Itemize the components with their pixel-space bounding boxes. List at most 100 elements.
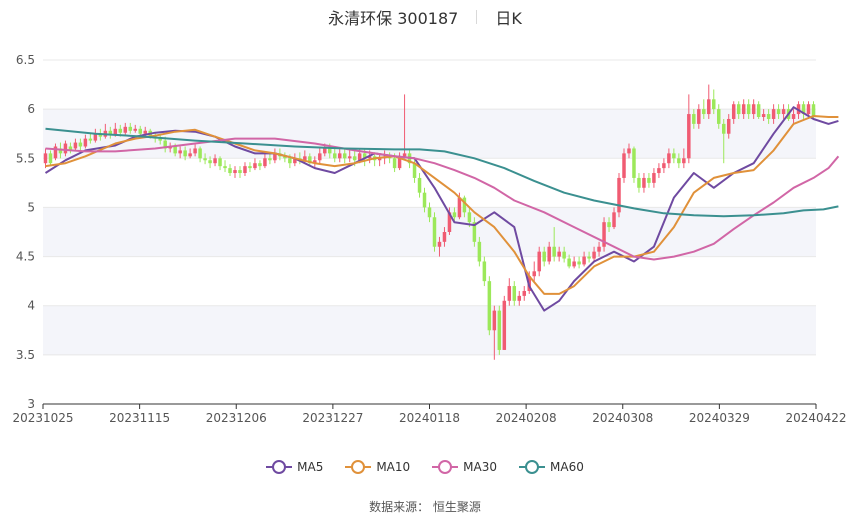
candle-body (203, 158, 207, 161)
candle-body (726, 118, 731, 134)
legend-label: MA60 (550, 460, 584, 474)
x-tick-label: 20240308 (592, 411, 653, 425)
data-source: 数据来源： 恒生聚源 (369, 500, 481, 514)
candle-body (422, 192, 427, 208)
candle (482, 256, 487, 287)
candle-body (258, 163, 262, 167)
candle-body (502, 300, 507, 350)
candle-body (667, 153, 671, 164)
candle-body (717, 109, 721, 124)
candle-body (238, 170, 242, 174)
candle-body (781, 109, 786, 115)
candle-body (178, 150, 182, 154)
candle-body (587, 256, 591, 259)
candle (637, 173, 641, 193)
candle-body (213, 158, 217, 164)
candle-body (342, 153, 347, 159)
candle-body (427, 207, 432, 218)
candle-body (198, 148, 202, 159)
candle-body (352, 156, 357, 161)
candle (258, 160, 262, 171)
candle-body (412, 163, 417, 178)
candle-body (173, 146, 177, 154)
candle-body (318, 153, 322, 161)
legend-item-ma60[interactable]: MA60 (519, 458, 584, 476)
candle-body (756, 104, 761, 118)
candle (622, 148, 626, 183)
candle (417, 173, 422, 198)
candle-body (437, 241, 442, 247)
candle-body (193, 148, 197, 154)
candle (517, 290, 522, 306)
x-tick-label: 20231025 (12, 411, 73, 425)
candle-body (432, 217, 437, 247)
y-tick-label: 3.5 (16, 348, 35, 362)
candle-body (78, 142, 83, 147)
candle-body (642, 177, 646, 188)
legend-symbol (432, 460, 459, 474)
candle-body (572, 261, 576, 267)
legend-label: MA30 (463, 460, 498, 474)
candle-body (582, 256, 586, 265)
candle (662, 158, 666, 174)
candle (652, 168, 656, 188)
candle-body (218, 158, 222, 167)
legend-item-ma30[interactable]: MA30 (432, 458, 497, 476)
candle (617, 173, 621, 218)
candle-body (647, 177, 651, 183)
candle-body (392, 158, 397, 169)
candle-body (547, 246, 551, 262)
candle (647, 173, 651, 188)
candle (512, 281, 517, 306)
legend-symbol (519, 460, 546, 474)
candle-body (612, 212, 616, 228)
candle-body (83, 138, 88, 147)
legend-symbol (345, 460, 372, 474)
candle-body (522, 290, 527, 296)
candle-body (223, 166, 227, 169)
candle-body (63, 143, 68, 154)
legend-item-ma10[interactable]: MA10 (345, 458, 410, 476)
candle-body (632, 148, 636, 178)
candle-body (712, 99, 716, 110)
candle-body (776, 109, 781, 115)
y-axis-labels: 3 3.5 4 4.5 5 5.5 6 6.5 (16, 53, 35, 411)
legend-item-ma5[interactable]: MA5 (266, 458, 323, 476)
plot-bands (43, 109, 816, 355)
candle-body (188, 153, 192, 157)
y-tick-label: 6 (27, 102, 35, 116)
candle-body (687, 114, 691, 159)
candle-body (702, 109, 706, 115)
x-tick-label: 20231206 (206, 411, 267, 425)
candle-body (677, 158, 681, 164)
candle-body (542, 251, 546, 262)
candle-body (253, 163, 257, 169)
candle-body (477, 241, 482, 262)
candle (657, 163, 661, 178)
candle (602, 217, 606, 252)
candle (756, 101, 761, 119)
candle-body (697, 109, 701, 124)
candle-body (731, 104, 736, 119)
candle (432, 212, 437, 252)
candle-body (133, 128, 138, 131)
legend: MA5 MA10 MA30 MA60 (0, 458, 850, 476)
candle-body (707, 99, 711, 115)
candle-body (512, 286, 517, 301)
candle-body (617, 177, 621, 213)
candle-body (417, 177, 422, 193)
candle-body (652, 173, 656, 183)
x-tick-label: 20231115 (109, 411, 170, 425)
candle-body (672, 153, 676, 159)
candle (238, 166, 242, 178)
candle (198, 146, 202, 163)
candle-body (88, 138, 93, 141)
candle-body (233, 170, 237, 174)
candle-body (692, 114, 696, 124)
candle-body (751, 104, 756, 115)
candle-body (323, 148, 327, 154)
candle-body (268, 158, 272, 161)
candle-body (228, 168, 232, 174)
candle (522, 286, 527, 301)
candle-body (806, 104, 811, 115)
